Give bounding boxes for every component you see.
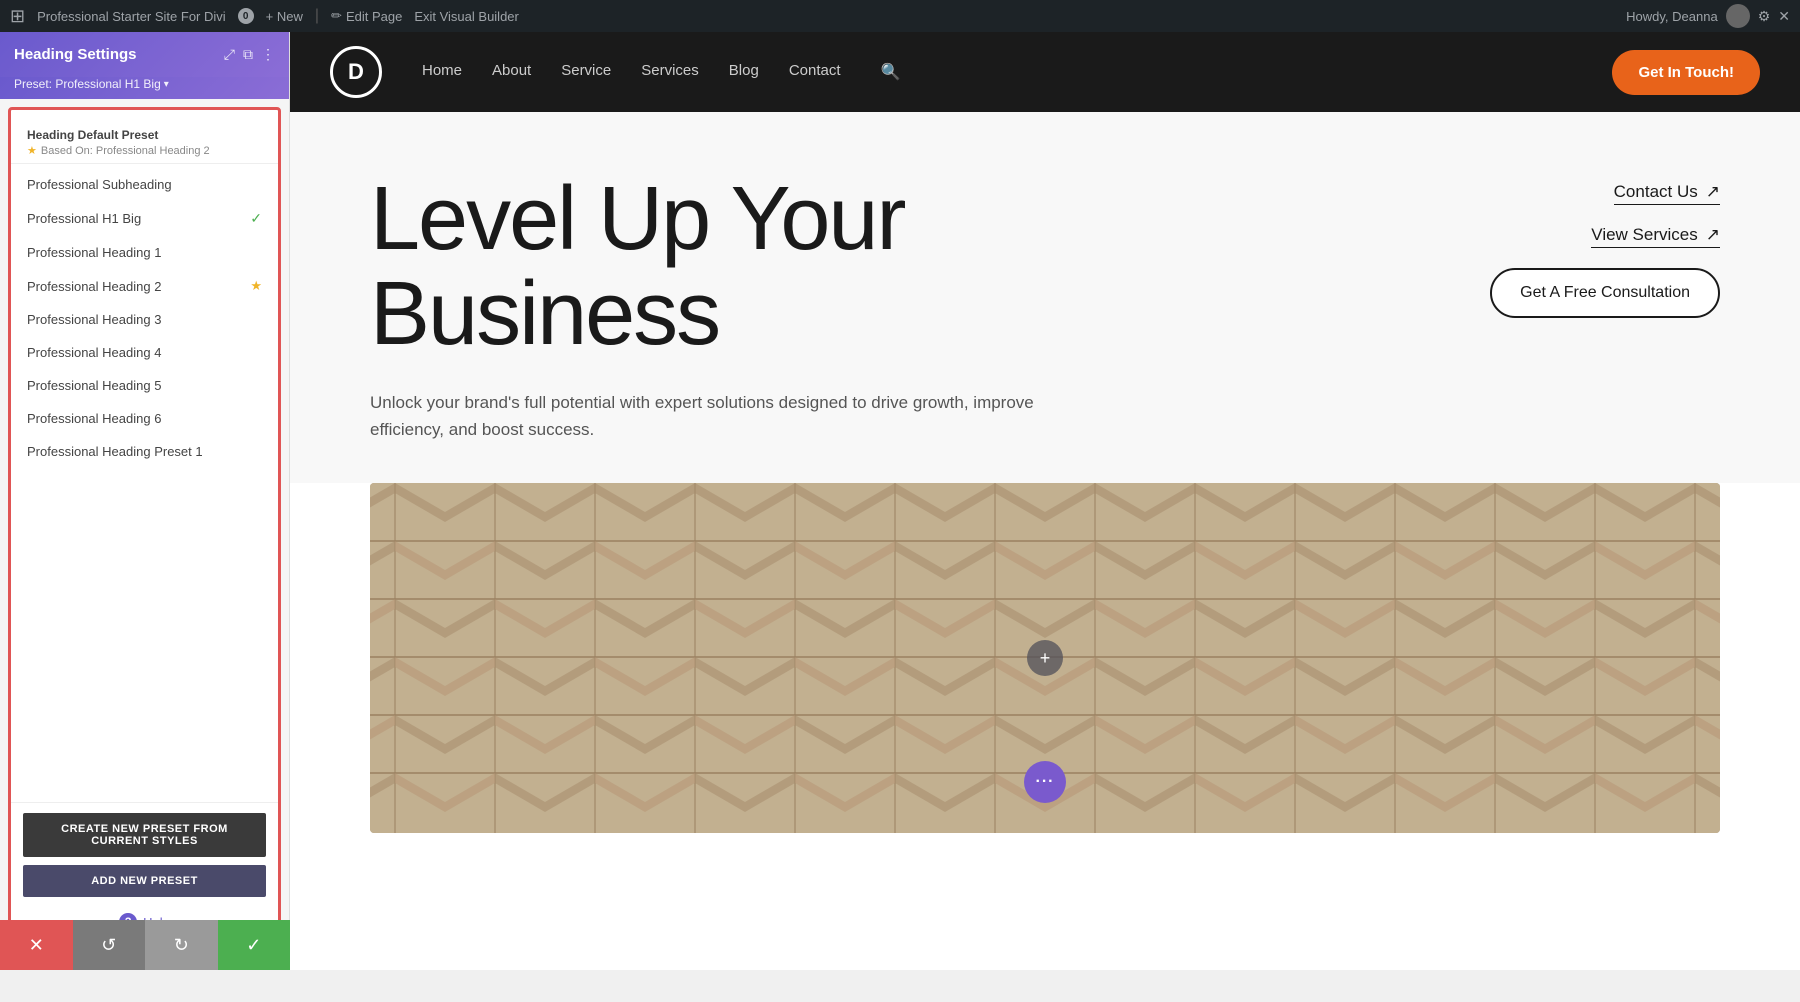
site-navigation: D Home About Service Services Blog Conta… (290, 32, 1800, 112)
preset-item-heading4[interactable]: Professional Heading 4 (11, 336, 278, 369)
admin-bar-right: Howdy, Deanna ⚙ ✕ (1626, 4, 1790, 28)
preset-item-subheading[interactable]: Professional Subheading (11, 168, 278, 201)
panel-title: Heading Settings (14, 46, 137, 63)
admin-comments[interactable]: 0 (238, 8, 254, 24)
hero-heading: Level Up Your Business (370, 172, 1460, 361)
cancel-icon: ✕ (29, 935, 44, 956)
preset-bar: Preset: Professional H1 Big ▾ (0, 77, 289, 99)
admin-site-name[interactable]: Professional Starter Site For Divi (37, 9, 226, 24)
preset-item-h1big[interactable]: Professional H1 Big ✓ (11, 201, 278, 236)
services-arrow-icon: ↗ (1706, 225, 1720, 245)
site-preview: D Home About Service Services Blog Conta… (290, 32, 1800, 970)
bottom-toolbar: ✕ ↺ ↻ ✓ (0, 920, 290, 970)
based-on-label: ★ Based On: Professional Heading 2 (27, 144, 262, 157)
panel-header: Heading Settings ⤢ ⧉ ⋮ (0, 32, 289, 77)
current-preset-label[interactable]: Preset: Professional H1 Big ▾ (14, 77, 169, 91)
hero-content-left: Level Up Your Business Unlock your brand… (370, 172, 1460, 443)
create-preset-button[interactable]: CREATE NEW PRESET FROM CURRENT STYLES (23, 813, 266, 857)
nav-service[interactable]: Service (561, 62, 611, 82)
admin-bar: ⊞ Professional Starter Site For Divi 0 +… (0, 0, 1800, 32)
admin-exit-builder[interactable]: Exit Visual Builder (414, 9, 519, 24)
site-logo: D (330, 46, 382, 98)
star-icon: ★ (27, 144, 37, 157)
preset-item-heading5[interactable]: Professional Heading 5 (11, 369, 278, 402)
nav-blog[interactable]: Blog (729, 62, 759, 82)
presets-dropdown: Heading Default Preset ★ Based On: Profe… (8, 107, 281, 962)
save-icon: ✓ (246, 935, 261, 956)
nav-links: Home About Service Services Blog Contact… (422, 62, 1612, 82)
hero-cta-button[interactable]: Get A Free Consultation (1490, 268, 1720, 318)
more-dots-icon: ··· (1036, 773, 1055, 791)
fullscreen-icon[interactable]: ⤢ (224, 46, 235, 63)
admin-exit-icon[interactable]: ✕ (1778, 8, 1790, 25)
preset-item-preset1[interactable]: Professional Heading Preset 1 (11, 435, 278, 468)
preset-chevron-icon: ▾ (164, 79, 169, 90)
admin-avatar (1726, 4, 1750, 28)
nav-contact[interactable]: Contact (789, 62, 841, 82)
active-check-icon: ✓ (250, 210, 262, 227)
contact-us-link[interactable]: Contact Us ↗ (1614, 182, 1720, 205)
hero-section: Level Up Your Business Unlock your brand… (290, 112, 1800, 483)
hero-content-right: Contact Us ↗ View Services ↗ Get A Free … (1460, 172, 1720, 443)
undo-icon: ↺ (101, 935, 116, 956)
hero-subtext: Unlock your brand's full potential with … (370, 389, 1050, 443)
comment-count-badge: 0 (238, 8, 254, 24)
more-options-icon[interactable]: ⋮ (261, 46, 275, 63)
nav-services[interactable]: Services (641, 62, 699, 82)
panel-header-actions: ⤢ ⧉ ⋮ (224, 46, 275, 63)
undo-button[interactable]: ↺ (73, 920, 146, 970)
add-preset-button[interactable]: ADD NEW PRESET (23, 865, 266, 897)
add-icon: + (1040, 648, 1051, 669)
admin-new[interactable]: + New (266, 9, 303, 24)
nav-about[interactable]: About (492, 62, 531, 82)
default-preset-header: Heading Default Preset ★ Based On: Profe… (11, 120, 278, 164)
preset-item-heading6[interactable]: Professional Heading 6 (11, 402, 278, 435)
starred-icon: ★ (250, 278, 262, 294)
heading-settings-panel: Heading Settings ⤢ ⧉ ⋮ Preset: Professio… (0, 32, 290, 970)
admin-screen-options-icon[interactable]: ⚙ (1758, 8, 1771, 25)
contact-arrow-icon: ↗ (1706, 182, 1720, 202)
wp-logo-icon[interactable]: ⊞ (10, 6, 25, 27)
preset-item-heading2[interactable]: Professional Heading 2 ★ (11, 269, 278, 303)
preset-item-heading3[interactable]: Professional Heading 3 (11, 303, 278, 336)
admin-greeting: Howdy, Deanna (1626, 9, 1718, 24)
more-options-button[interactable]: ··· (1024, 761, 1066, 803)
nav-home[interactable]: Home (422, 62, 462, 82)
view-services-link[interactable]: View Services ↗ (1591, 225, 1720, 248)
add-content-button[interactable]: + (1027, 640, 1063, 676)
preset-item-heading1[interactable]: Professional Heading 1 (11, 236, 278, 269)
nav-cta-button[interactable]: Get In Touch! (1612, 50, 1760, 95)
cancel-button[interactable]: ✕ (0, 920, 73, 970)
redo-button[interactable]: ↻ (145, 920, 218, 970)
save-button[interactable]: ✓ (218, 920, 291, 970)
hero-image-section: + ··· (370, 483, 1720, 833)
redo-icon: ↻ (174, 935, 189, 956)
admin-edit-page[interactable]: ✏ Edit Page (331, 8, 402, 24)
nav-search-icon[interactable]: 🔍 (881, 62, 901, 82)
columns-icon[interactable]: ⧉ (243, 46, 253, 63)
